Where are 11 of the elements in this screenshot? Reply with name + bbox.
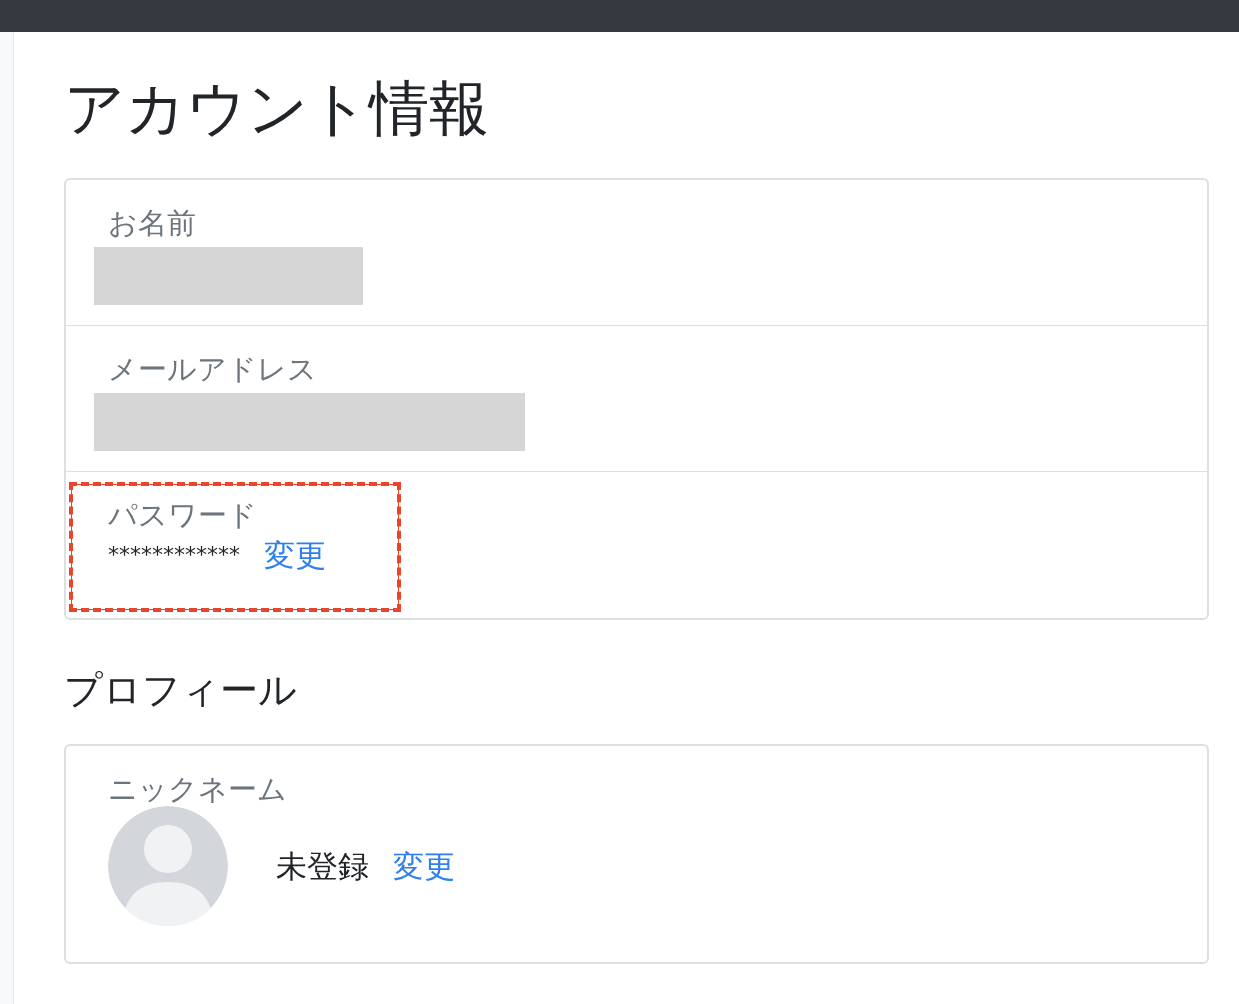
field-label: メールアドレス: [108, 352, 317, 387]
change-link[interactable]: 変更: [393, 847, 455, 885]
avatar-icon: [108, 806, 228, 927]
change-link[interactable]: 変更: [264, 536, 326, 574]
field-label: パスワード: [108, 498, 257, 533]
nickname-value: 未登録: [276, 847, 369, 887]
password-value: ************: [108, 544, 240, 567]
page-title: アカウント情報: [64, 72, 490, 144]
field-label: ニックネーム: [108, 771, 287, 807]
section-title: プロフィール: [64, 668, 298, 714]
field-label: お名前: [108, 206, 196, 241]
